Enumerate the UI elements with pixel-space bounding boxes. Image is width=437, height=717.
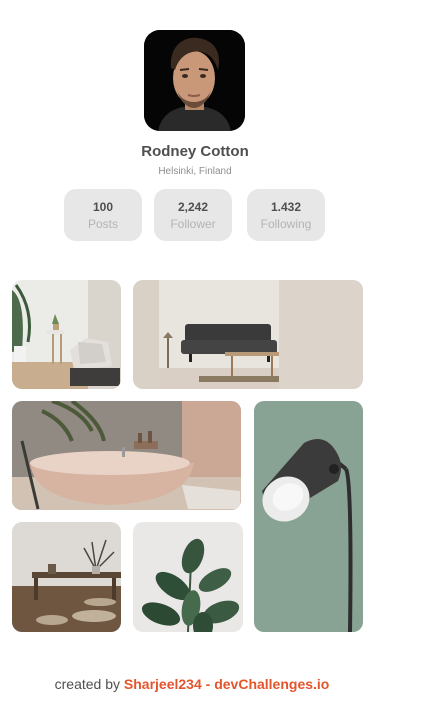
footer-credit: created by Sharjeel234 - devChallenges.i… [0,676,384,692]
gallery-item-plant[interactable] [133,522,243,632]
gallery-item-floor-lamp[interactable] [254,401,363,632]
gallery-item-bathtub[interactable] [12,401,241,510]
profile-location: Helsinki, Finland [158,166,232,177]
stat-followers-value: 2,242 [177,200,209,214]
stat-following-label: Following [260,217,312,231]
author-link[interactable]: Sharjeel234 [124,676,202,692]
dark-sofa-photo [133,280,363,389]
stat-posts[interactable]: 100 Posts [64,189,142,241]
living-room-chair-photo [12,280,121,389]
site-link[interactable]: devChallenges.io [214,676,329,692]
stat-following[interactable]: 1.432 Following [247,189,325,241]
avatar[interactable] [144,30,245,131]
gallery-item-dark-sofa[interactable] [133,280,363,389]
stat-posts-value: 100 [92,200,114,214]
footer-separator: - [205,676,211,692]
avatar-portrait-image [144,30,245,131]
profile-name: Rodney Cotton [141,143,249,160]
floor-lamp-photo [254,401,363,632]
stat-followers-label: Follower [170,217,216,231]
bathtub-photo [12,401,241,510]
footer-prefix: created by [54,676,121,692]
stat-following-value: 1.432 [270,200,302,214]
low-table-photo [12,522,121,632]
plant-photo [133,522,243,632]
stat-followers[interactable]: 2,242 Follower [154,189,232,241]
gallery-item-low-table[interactable] [12,522,121,632]
gallery-item-living-room-chair[interactable] [12,280,121,389]
stat-posts-label: Posts [87,217,118,231]
